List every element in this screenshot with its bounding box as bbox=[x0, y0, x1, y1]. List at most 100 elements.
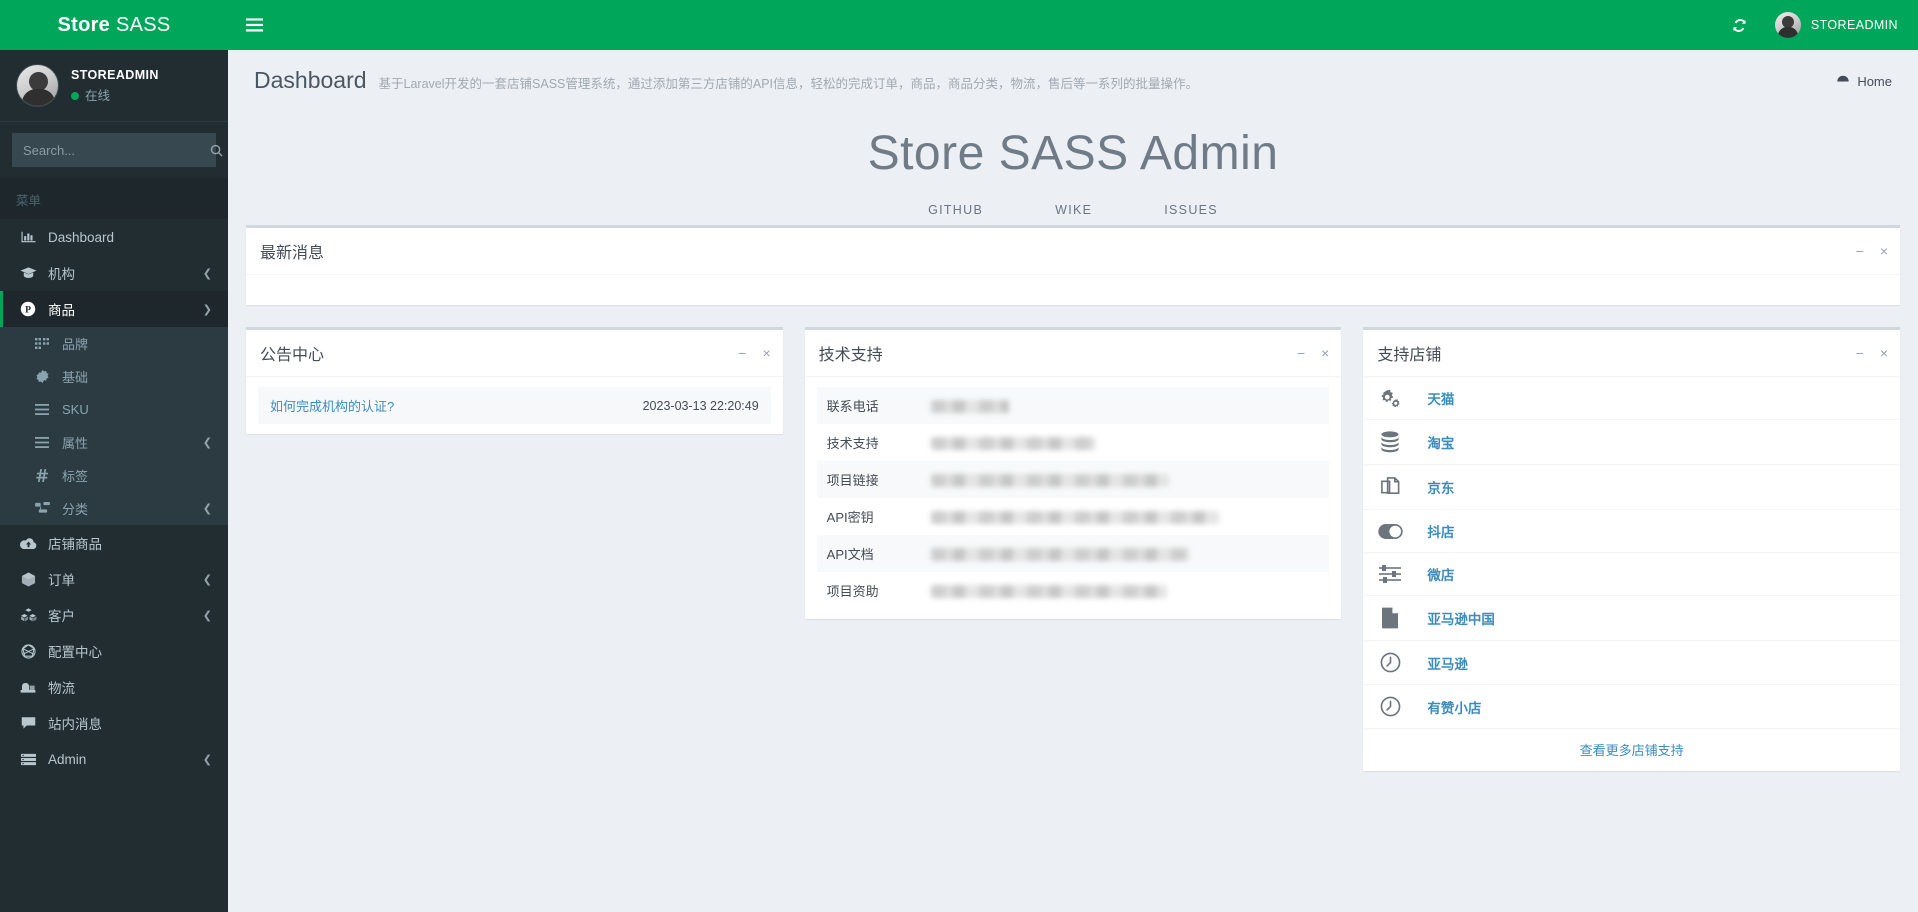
sidebar-item-dianpushangpin[interactable]: 店铺商品 bbox=[0, 525, 228, 561]
redacted-value bbox=[930, 474, 1169, 488]
collapse-button[interactable]: − bbox=[1856, 346, 1864, 360]
row-key: 技术支持 bbox=[826, 436, 879, 451]
list-item[interactable]: 亚马逊 bbox=[1363, 641, 1901, 685]
breadcrumb-label: Home bbox=[1857, 73, 1892, 89]
announcement-time: 2023-03-13 22:20:49 bbox=[642, 398, 759, 413]
sidebar-item-zhanneixiaoxi[interactable]: 站内消息 bbox=[0, 705, 228, 741]
list-item[interactable]: 京东 bbox=[1363, 465, 1901, 510]
sidebar-item-admin[interactable]: Admin ❮ bbox=[0, 741, 228, 777]
list-item[interactable]: 有赞小店 bbox=[1363, 685, 1900, 728]
page-title: Dashboard bbox=[254, 67, 367, 93]
sidebar-item-biaoqian[interactable]: 标签 bbox=[0, 459, 228, 492]
jumbotron-links: GITHUB WIKE ISSUES bbox=[228, 203, 1918, 217]
sidebar-item-sku[interactable]: SKU bbox=[0, 393, 228, 426]
list-item[interactable]: 亚马逊中国 bbox=[1363, 596, 1901, 641]
collapse-button[interactable]: − bbox=[1856, 244, 1864, 258]
shops-box: 支持店铺 − × 天猫 淘宝 京东 抖店 微店 亚马逊中国 亚马逊 有赞小店 查… bbox=[1363, 327, 1901, 771]
sidebar-item-kehu[interactable]: 客户 ❮ bbox=[0, 597, 228, 633]
cube-icon bbox=[19, 571, 37, 587]
sidebar-item-label: 配置中心 bbox=[48, 645, 102, 660]
topbar-right: STOREADMIN bbox=[1715, 0, 1918, 50]
list-item[interactable]: 天猫 bbox=[1363, 377, 1901, 420]
database-icon bbox=[1375, 431, 1405, 453]
tech-support-box-title: 技术支持 bbox=[818, 347, 883, 364]
sidebar-item-label: Dashboard bbox=[48, 229, 115, 245]
sidebar-submenu-shangpin: 品牌 基础 SKU 属性 ❮ 标签 分类 ❮ bbox=[0, 327, 228, 525]
brand-light: SASS bbox=[115, 13, 171, 36]
sidebar-item-label: 站内消息 bbox=[48, 717, 102, 732]
announcement-title[interactable]: 如何完成机构的认证? bbox=[270, 396, 394, 415]
sidebar-item-shangpin[interactable]: P 商品 ❯ 品牌 基础 SKU 属性 ❮ 标签 分类 ❮ bbox=[0, 291, 228, 525]
sidebar-item-label: 店铺商品 bbox=[48, 537, 102, 552]
tech-support-box: 技术支持 − × 联系电话 技术支持 项目链接 API密钥 API文档 项目资助 bbox=[804, 327, 1342, 619]
list-item[interactable]: 淘宝 bbox=[1363, 420, 1901, 465]
collapse-button[interactable]: − bbox=[1297, 346, 1305, 360]
topbar-user-menu[interactable]: STOREADMIN bbox=[1765, 0, 1918, 50]
announcements-box-tools: − × bbox=[738, 346, 770, 360]
chevron-down-icon: ❯ bbox=[202, 303, 212, 316]
sidebar-item-dingdan[interactable]: 订单 ❮ bbox=[0, 561, 228, 597]
bars-icon bbox=[33, 404, 51, 415]
sidebar-item-wuliu[interactable]: 物流 bbox=[0, 669, 228, 705]
shop-label: 亚马逊 bbox=[1427, 656, 1468, 672]
collapse-button[interactable]: − bbox=[738, 346, 746, 360]
shop-list: 天猫 淘宝 京东 抖店 微店 亚马逊中国 亚马逊 有赞小店 bbox=[1363, 377, 1901, 728]
sidebar-toggle-button[interactable] bbox=[228, 0, 280, 50]
cubes-icon bbox=[19, 608, 37, 622]
refresh-button[interactable] bbox=[1715, 0, 1765, 50]
table-row: API密钥 bbox=[817, 498, 1330, 535]
list-item[interactable]: 微店 bbox=[1363, 553, 1901, 596]
brand-bold: Store bbox=[57, 13, 111, 36]
sidebar-item-label: 客户 bbox=[48, 609, 75, 624]
news-box-title: 最新消息 bbox=[260, 245, 325, 262]
brand-logo[interactable]: Store SASS bbox=[0, 0, 228, 50]
jumbotron-title: Store SASS Admin bbox=[867, 127, 1279, 180]
topbar: STOREADMIN bbox=[228, 0, 1918, 50]
content-header: Dashboard 基于Laravel开发的一套店铺SASS管理系统，通过添加第… bbox=[228, 50, 1918, 106]
sidebar-item-peizhizhongxin[interactable]: 配置中心 bbox=[0, 633, 228, 669]
link-wike[interactable]: WIKE bbox=[1055, 203, 1092, 217]
chevron-left-icon: ❮ bbox=[202, 609, 212, 622]
truck-icon bbox=[19, 681, 37, 694]
close-button[interactable]: × bbox=[1880, 244, 1888, 258]
dashboard-row: 公告中心 − × 如何完成机构的认证? 2023-03-13 22:20:49 bbox=[246, 327, 1901, 793]
redacted-value bbox=[930, 548, 1189, 562]
link-github[interactable]: GITHUB bbox=[928, 203, 983, 217]
sidebar-item-jigou[interactable]: 机构 ❮ bbox=[0, 255, 228, 291]
jumbotron: Store SASS Admin GITHUB WIKE ISSUES bbox=[228, 106, 1918, 225]
sidebar-item-jichu[interactable]: 基础 bbox=[0, 360, 228, 393]
sidebar-item-pinpai[interactable]: 品牌 bbox=[0, 327, 228, 360]
bars-icon bbox=[33, 437, 51, 448]
close-button[interactable]: × bbox=[1880, 346, 1888, 360]
breadcrumb[interactable]: Home bbox=[1836, 74, 1892, 89]
sidebar-item-fenlei[interactable]: 分类 ❮ bbox=[0, 492, 228, 525]
list-item[interactable]: 如何完成机构的认证? 2023-03-13 22:20:49 bbox=[258, 387, 771, 424]
shops-column: 支持店铺 − × 天猫 淘宝 京东 抖店 微店 亚马逊中国 亚马逊 有赞小店 查… bbox=[1363, 327, 1901, 793]
sitemap-icon bbox=[33, 502, 51, 515]
topbar-user-label: STOREADMIN bbox=[1810, 18, 1898, 32]
sidebar-item-label: SKU bbox=[62, 402, 89, 417]
close-button[interactable]: × bbox=[1321, 346, 1329, 360]
link-issues[interactable]: ISSUES bbox=[1164, 203, 1218, 217]
toggle-on-icon bbox=[1375, 523, 1405, 539]
sidebar-item-label: 标签 bbox=[62, 469, 89, 484]
table-row: 项目链接 bbox=[816, 461, 1330, 498]
announcements-box: 公告中心 − × 如何完成机构的认证? 2023-03-13 22:20:49 bbox=[246, 327, 783, 434]
row-value bbox=[921, 461, 1330, 498]
search-button[interactable] bbox=[209, 134, 224, 166]
sidebar-item-shuxing[interactable]: 属性 ❮ bbox=[0, 426, 228, 459]
search-input[interactable] bbox=[13, 142, 209, 158]
sidebar-item-label: 分类 bbox=[62, 502, 89, 517]
close-button[interactable]: × bbox=[762, 346, 770, 360]
chevron-left-icon: ❮ bbox=[202, 753, 212, 766]
view-more-shops-link[interactable]: 查看更多店铺支持 bbox=[1580, 743, 1684, 758]
dashboard-container: 最新消息 − × 公告中心 − × 如何完成机构的认证? 2023-03-13 … bbox=[228, 225, 1918, 793]
redacted-value bbox=[930, 400, 1009, 414]
sidebar-item-label: 基础 bbox=[62, 370, 89, 385]
row-value bbox=[921, 572, 1330, 609]
table-row: 技术支持 bbox=[817, 424, 1330, 461]
app-root: Store SASS STOREADMIN 在线 Search... 菜单 Da… bbox=[0, 0, 1918, 912]
sidebar-item-dashboard[interactable]: Dashboard bbox=[0, 219, 228, 255]
list-item[interactable]: 抖店 bbox=[1363, 510, 1901, 553]
row-key: API文档 bbox=[826, 547, 874, 562]
